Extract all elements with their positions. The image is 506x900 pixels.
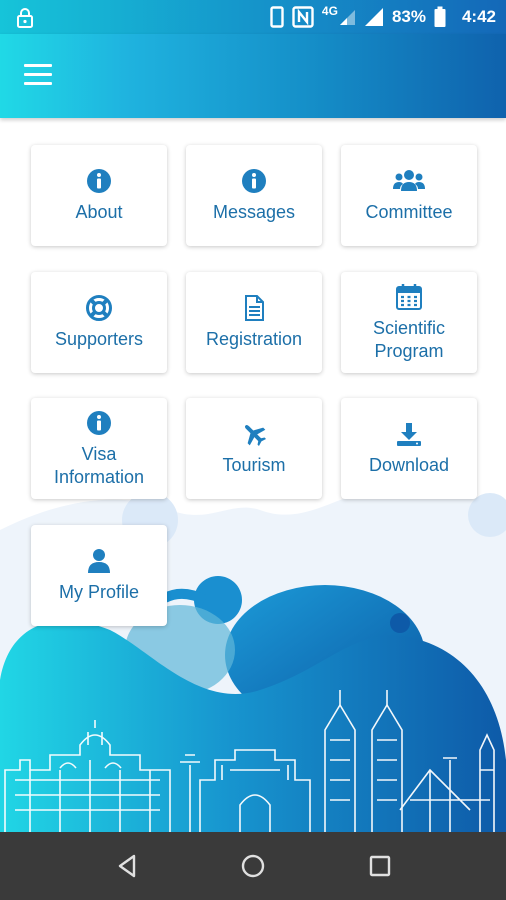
battery-icon	[434, 6, 446, 27]
life-ring-icon	[86, 295, 112, 321]
visa-information-button[interactable]: Visa Information	[31, 398, 167, 499]
committee-label: Committee	[365, 202, 453, 222]
my-profile-label: My Profile	[58, 582, 139, 602]
status-bar: 4G 83% 4:42	[0, 0, 506, 34]
users-group-icon	[393, 170, 425, 191]
tourism-button[interactable]: Tourism	[186, 398, 322, 499]
document-icon	[245, 295, 264, 321]
registration-label: Registration	[205, 329, 303, 349]
info-circle-icon	[87, 169, 111, 193]
airplane-icon	[244, 424, 267, 447]
download-button[interactable]: Download	[341, 398, 477, 499]
supporters-button[interactable]: Supporters	[31, 272, 167, 373]
about-button[interactable]: About	[31, 145, 167, 246]
supporters-label: Supporters	[54, 329, 144, 349]
info-circle-icon	[87, 410, 111, 435]
messages-label: Messages	[212, 202, 296, 222]
info-circle-icon	[242, 169, 266, 193]
tourism-label: Tourism	[222, 455, 286, 475]
signal-weak-icon	[339, 10, 355, 25]
registration-button[interactable]: Registration	[186, 272, 322, 373]
download-icon	[397, 423, 421, 446]
scientific-program-label: Scientific Program	[372, 317, 446, 361]
visa-information-label: Visa Information	[53, 443, 145, 487]
user-icon	[88, 549, 110, 573]
back-icon[interactable]	[114, 852, 142, 880]
signal-icon	[364, 8, 383, 26]
calendar-icon	[396, 283, 422, 310]
lock-icon	[17, 8, 33, 28]
recents-icon[interactable]	[366, 852, 394, 880]
nfc-icon	[292, 6, 314, 28]
phone-icon	[270, 6, 284, 28]
committee-button[interactable]: Committee	[341, 145, 477, 246]
about-label: About	[75, 202, 123, 222]
my-profile-button[interactable]: My Profile	[31, 525, 167, 626]
download-label: Download	[368, 455, 450, 475]
home-icon[interactable]	[239, 852, 267, 880]
hamburger-menu-icon[interactable]	[24, 64, 56, 90]
scientific-program-button[interactable]: Scientific Program	[341, 272, 477, 373]
network-type: 4G	[321, 4, 338, 18]
messages-button[interactable]: Messages	[186, 145, 322, 246]
app-bar	[0, 34, 506, 118]
clock: 4:42	[461, 7, 496, 26]
battery-percent: 83%	[391, 7, 426, 26]
system-nav-bar	[0, 832, 506, 900]
